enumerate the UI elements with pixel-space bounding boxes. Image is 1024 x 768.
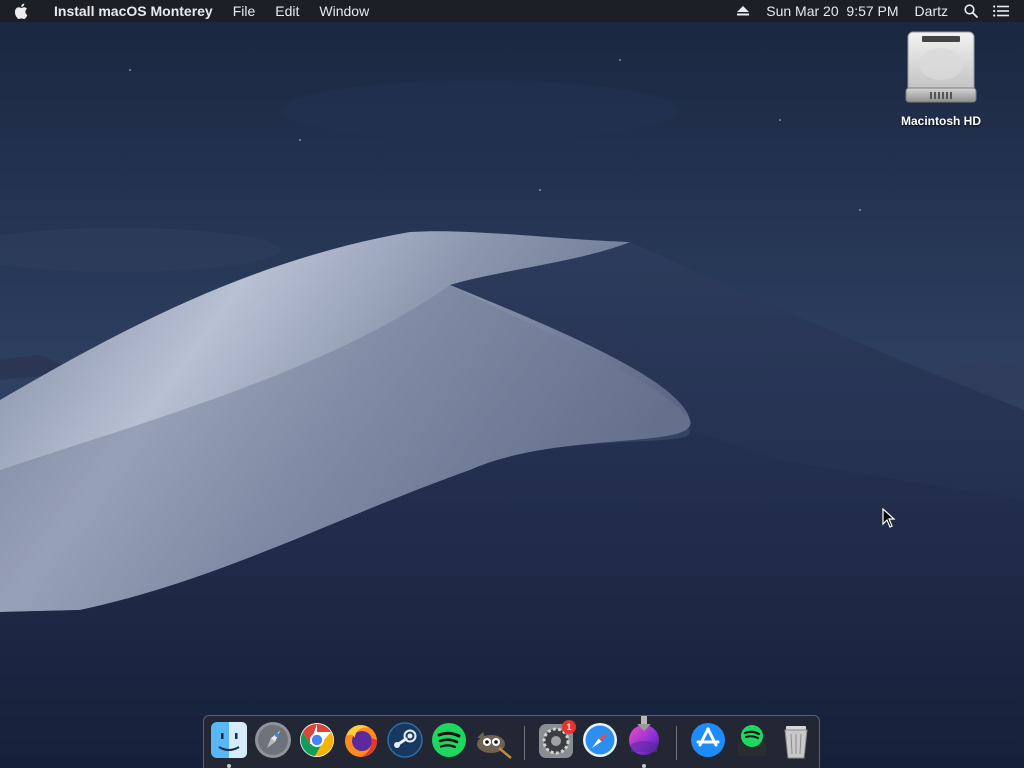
- dock-separator: [524, 726, 525, 760]
- desktop-icon-label: Macintosh HD: [900, 114, 981, 128]
- mouse-cursor-icon: [882, 508, 896, 528]
- safari-icon: [583, 723, 617, 757]
- desktop-icon-macintosh-hd[interactable]: Macintosh HD: [886, 30, 996, 128]
- desktop-wallpaper: [0, 0, 1024, 768]
- launchpad-icon: [255, 722, 291, 758]
- chrome-icon: [300, 723, 334, 757]
- user-menu[interactable]: Dartz: [907, 0, 956, 22]
- spotlight-search-icon[interactable]: [956, 0, 986, 22]
- app-store-icon: [691, 723, 725, 757]
- dock-item-safari[interactable]: [580, 720, 620, 764]
- app-menu[interactable]: Install macOS Monterey: [42, 0, 223, 22]
- dock-separator: [676, 726, 677, 760]
- apple-menu-icon[interactable]: [0, 0, 42, 22]
- menu-edit[interactable]: Edit: [265, 0, 309, 22]
- hard-drive-icon: [905, 31, 977, 103]
- dock-item-spotify[interactable]: [429, 720, 469, 764]
- spotify-installer-icon: [738, 725, 766, 756]
- menu-window[interactable]: Window: [309, 0, 379, 22]
- menu-bar: Install macOS Monterey File Edit Window …: [0, 0, 1024, 22]
- clock[interactable]: Sun Mar 20 9:57 PM: [758, 0, 906, 22]
- monterey-installer-icon: [629, 716, 659, 755]
- dock-item-steam[interactable]: [385, 720, 425, 764]
- notification-center-icon[interactable]: [986, 0, 1016, 22]
- firefox-icon: [345, 725, 377, 757]
- dock-item-app-store[interactable]: [688, 720, 728, 764]
- dock-item-trash[interactable]: [776, 720, 816, 764]
- notification-badge: 1: [562, 720, 576, 734]
- running-indicator: [227, 764, 231, 768]
- spotify-icon: [432, 723, 466, 757]
- gimp-icon: [477, 732, 512, 759]
- steam-icon: [387, 722, 423, 758]
- dock-item-gimp[interactable]: [473, 720, 513, 764]
- dock-item-spotify-installer[interactable]: [732, 720, 772, 764]
- dock-item-system-preferences[interactable]: 1: [536, 720, 576, 764]
- trash-icon: [784, 726, 808, 759]
- running-indicator: [642, 764, 646, 768]
- finder-icon: [211, 722, 247, 758]
- dock-item-chrome[interactable]: [297, 720, 337, 764]
- dock-item-firefox[interactable]: [341, 720, 381, 764]
- dock-item-install-macos-monterey[interactable]: [624, 716, 664, 768]
- eject-icon[interactable]: [728, 0, 758, 22]
- dock-item-finder[interactable]: [209, 720, 249, 768]
- dock: 1: [203, 715, 820, 768]
- dock-item-launchpad[interactable]: [253, 720, 293, 764]
- menu-file[interactable]: File: [223, 0, 266, 22]
